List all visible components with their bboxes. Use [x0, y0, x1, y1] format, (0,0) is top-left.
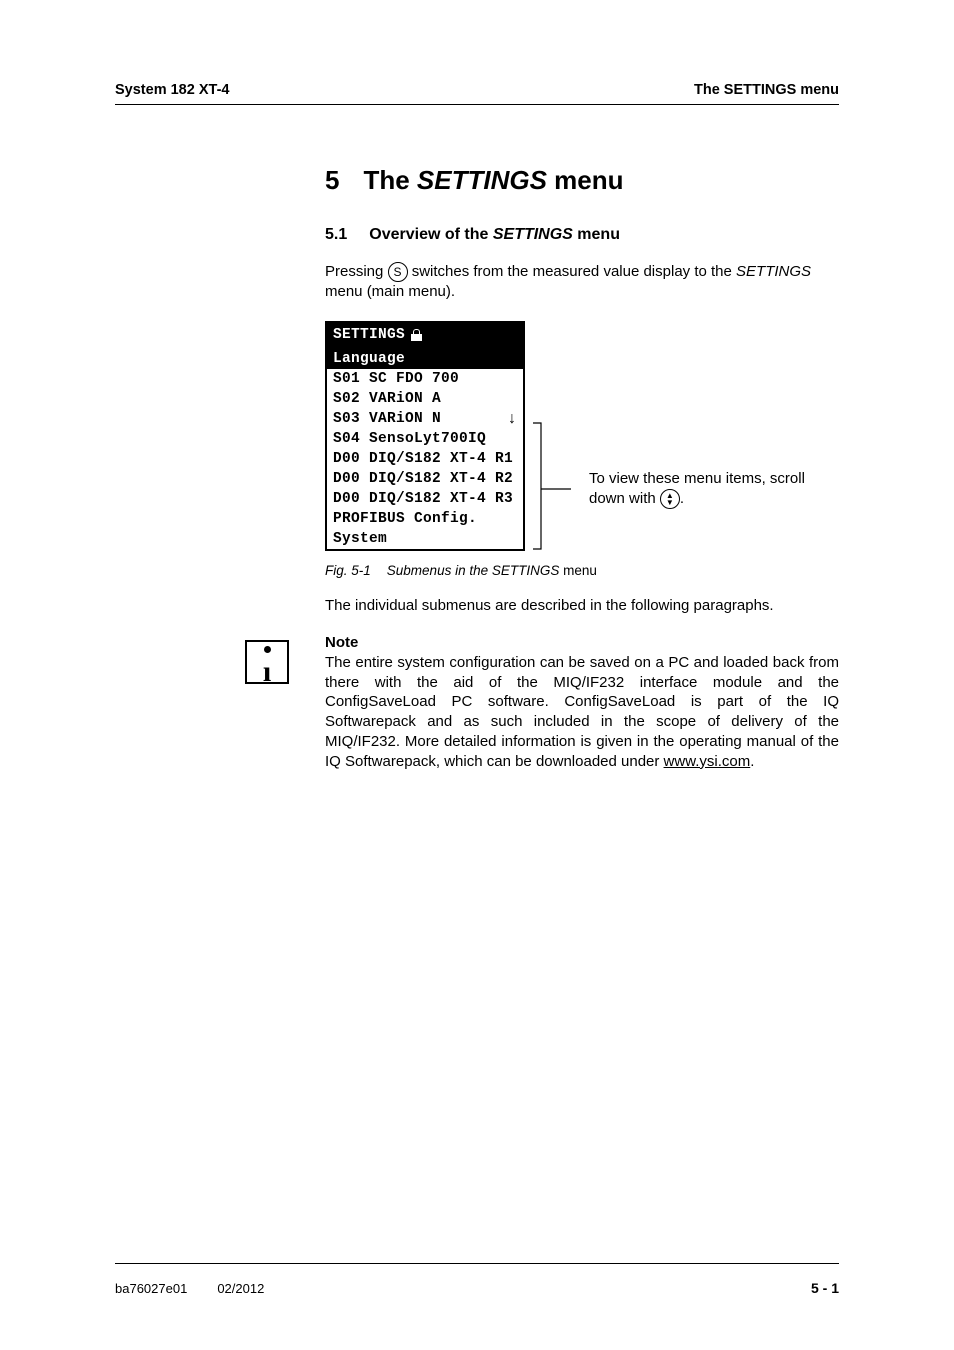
s-key-icon: S — [388, 262, 408, 282]
header-left: System 182 XT-4 — [115, 82, 229, 98]
note-link[interactable]: www.ysi.com — [664, 753, 751, 770]
lcd-row: D00 DIQ/S182 XT-4 R2 — [327, 469, 523, 489]
info-icon: ı — [245, 640, 289, 684]
lcd-selected-row: Language — [327, 349, 523, 369]
lcd-screen: SETTINGS Language S01 SC FDO 700 S02 VAR… — [325, 321, 525, 551]
page-footer: ba76027e01 02/2012 5 - 1 — [115, 1263, 839, 1296]
intro-paragraph: Pressing S switches from the measured va… — [325, 262, 839, 303]
updown-key-icon: ▲▼ — [660, 489, 680, 509]
chapter-number: 5 — [325, 165, 339, 195]
lock-icon — [411, 329, 422, 341]
footer-date: 02/2012 — [217, 1281, 264, 1296]
lcd-title: SETTINGS — [333, 325, 405, 345]
note-title: Note — [325, 634, 839, 651]
lcd-row: S03 VARiON N↓ — [327, 409, 523, 429]
figure-area: SETTINGS Language S01 SC FDO 700 S02 VAR… — [325, 321, 839, 553]
after-figure-text: The individual submenus are described in… — [325, 596, 839, 616]
header-right: The SETTINGS menu — [694, 82, 839, 98]
lcd-row: S02 VARiON A — [327, 389, 523, 409]
note-block: ı Note The entire system configuration c… — [325, 634, 839, 772]
section-title: 5.1Overview of the SETTINGS menu — [325, 226, 839, 244]
bracket-icon — [529, 321, 571, 553]
footer-doc: ba76027e01 — [115, 1281, 187, 1296]
note-body: The entire system configuration can be s… — [325, 653, 839, 772]
lcd-row: D00 DIQ/S182 XT-4 R3 — [327, 489, 523, 509]
footer-page: 5 - 1 — [811, 1280, 839, 1296]
figure-caption: Fig. 5-1Submenus in the SETTINGS menu — [325, 563, 839, 578]
lcd-row: PROFIBUS Config. — [327, 509, 523, 529]
callout-text: To view these menu items, scroll down wi… — [589, 469, 839, 510]
lcd-header: SETTINGS — [327, 323, 523, 349]
lcd-row: System — [327, 529, 523, 549]
down-arrow-icon: ↓ — [507, 411, 517, 427]
lcd-row: S01 SC FDO 700 — [327, 369, 523, 389]
lcd-row: S04 SensoLyt700IQ — [327, 429, 523, 449]
section-number: 5.1 — [325, 226, 347, 243]
lcd-row: D00 DIQ/S182 XT-4 R1 — [327, 449, 523, 469]
chapter-title: 5The SETTINGS menu — [325, 165, 839, 196]
page-header: System 182 XT-4 The SETTINGS menu — [115, 82, 839, 105]
